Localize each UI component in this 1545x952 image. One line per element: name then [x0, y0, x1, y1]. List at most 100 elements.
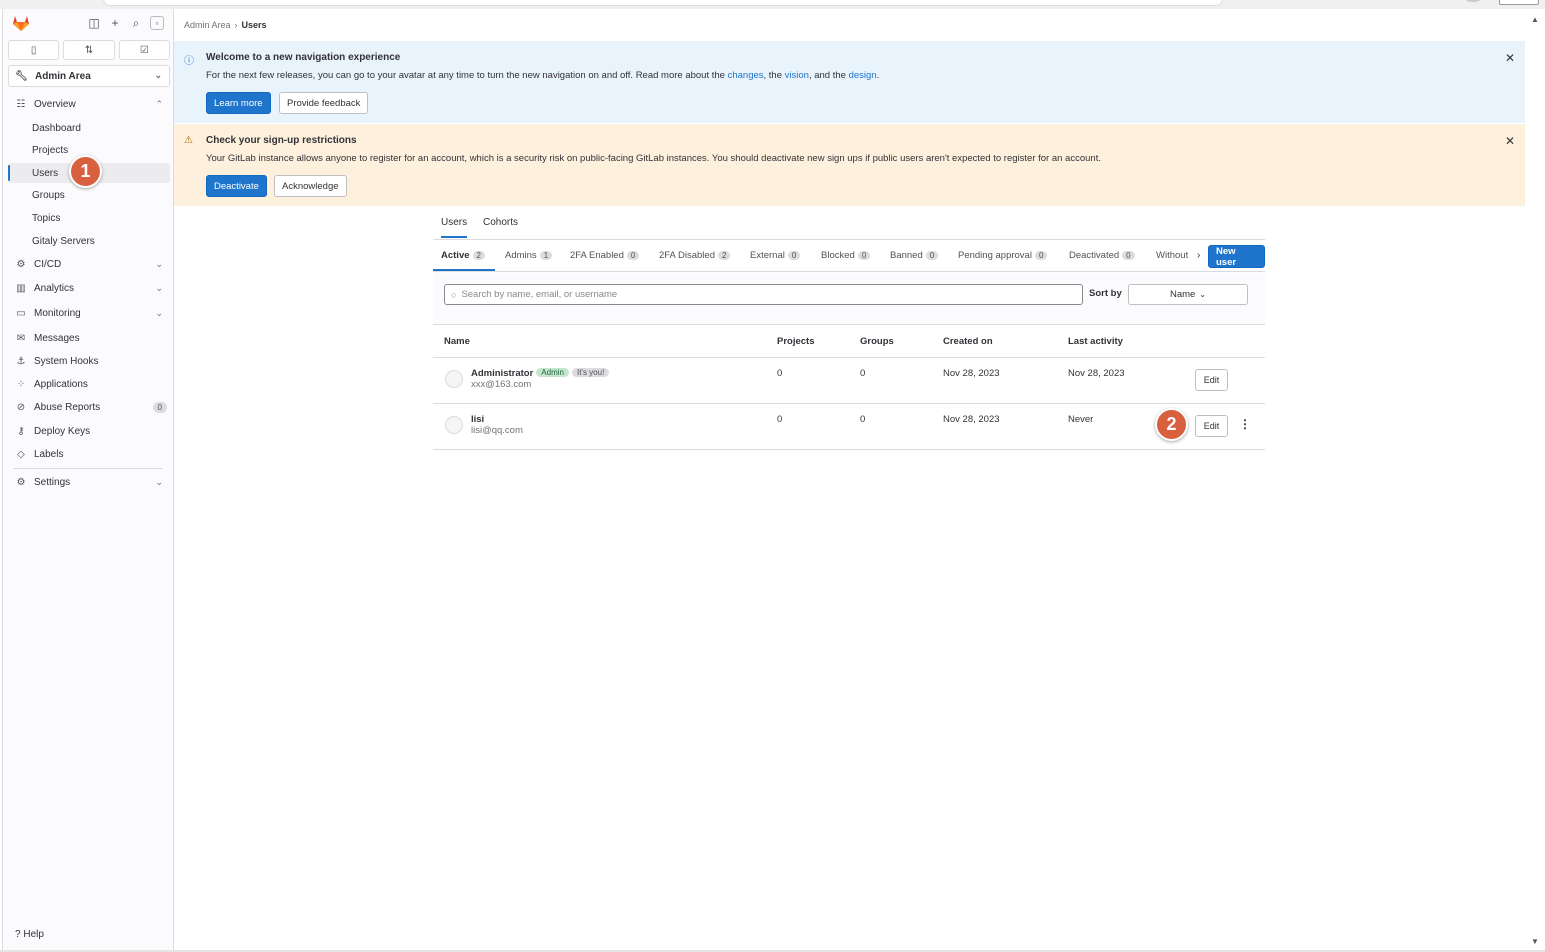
alert-text: , the: [763, 70, 785, 81]
wrench-icon: 🔧︎: [15, 70, 28, 82]
sidebar-item-abuse-reports[interactable]: ⊘ Abuse Reports 0: [3, 396, 173, 418]
user-name-text[interactable]: Administrator: [471, 368, 533, 379]
sidebar-item-settings[interactable]: ⚙ Settings ⌄: [3, 471, 173, 493]
learn-more-button[interactable]: Learn more: [206, 92, 271, 114]
tab-count: 2: [717, 251, 731, 260]
groups-count: 0: [860, 414, 866, 425]
breadcrumb: Admin Area › Users: [184, 20, 267, 30]
sidebar-item-groups[interactable]: Groups: [3, 185, 173, 205]
created-on: Nov 28, 2023: [943, 368, 1000, 379]
monitor-icon: ▭: [16, 307, 26, 319]
chevron-up-icon: ⌃: [155, 98, 163, 109]
browser-top-strip: [0, 0, 1545, 9]
sidebar-item-label: CI/CD: [34, 258, 62, 270]
issues-button[interactable]: ▯: [8, 40, 60, 60]
sidebar-item-label: Analytics: [34, 282, 75, 294]
page-scrollbar[interactable]: ▲ ▼: [1527, 9, 1545, 950]
provide-feedback-button[interactable]: Provide feedback: [279, 92, 369, 114]
design-link[interactable]: design: [849, 70, 877, 81]
tab-cohorts[interactable]: Cohorts: [483, 217, 518, 228]
todos-button[interactable]: ☑: [118, 40, 170, 60]
browser-address-bar[interactable]: [103, 0, 1223, 6]
sidebar-item-applications[interactable]: ⁘ Applications: [3, 373, 173, 395]
sidebar-item-system-hooks[interactable]: ⚓︎ System Hooks: [3, 350, 173, 372]
column-header-name: Name: [444, 336, 470, 347]
abuse-icon: ⊘: [16, 401, 26, 413]
tab-label: Banned: [890, 250, 923, 261]
tab-2fa-enabled[interactable]: 2FA Enabled 0: [570, 250, 640, 261]
user-name[interactable]: Administrator Admin It's you!: [471, 368, 610, 379]
tab-external[interactable]: External 0: [750, 250, 801, 261]
tab-banned[interactable]: Banned 0: [890, 250, 939, 261]
tab-count: 2: [472, 251, 485, 260]
avatar-icon[interactable]: ▫: [150, 16, 164, 30]
sidebar-item-labels[interactable]: ◇ Labels: [3, 443, 173, 465]
sidebar-toggle-icon[interactable]: ◫: [87, 16, 101, 30]
overview-icon: ☷: [16, 98, 26, 110]
search-icon[interactable]: ⌕: [129, 16, 143, 30]
sidebar-item-label: Projects: [32, 144, 69, 156]
sidebar-item-messages[interactable]: ✉︎ Messages: [3, 327, 173, 349]
sidebar-item-cicd[interactable]: ⚙︎ CI/CD ⌄: [3, 253, 173, 275]
user-email: lisi@qq.com: [471, 425, 523, 436]
chevron-down-icon: ⌄: [1199, 290, 1207, 299]
tab-deactivated[interactable]: Deactivated 0: [1069, 250, 1135, 261]
sidebar-item-analytics[interactable]: ▥ Analytics ⌄: [3, 277, 173, 299]
tab-blocked[interactable]: Blocked 0: [821, 250, 871, 261]
sidebar-item-topics[interactable]: Topics: [3, 208, 173, 228]
new-user-button[interactable]: New user: [1208, 245, 1265, 268]
context-switcher[interactable]: 🔧︎ Admin Area ⌄: [8, 65, 170, 87]
search-placeholder: Search by name, email, or username: [461, 289, 618, 300]
vision-link[interactable]: vision: [785, 70, 809, 81]
chevron-down-icon: ⌄: [155, 282, 163, 293]
avatar[interactable]: [445, 370, 463, 388]
chevron-down-icon: ⌄: [154, 70, 162, 80]
tab-users[interactable]: Users: [441, 217, 468, 238]
sidebar-item-gitaly-servers[interactable]: Gitaly Servers: [3, 231, 173, 251]
edit-button[interactable]: Edit: [1195, 415, 1228, 437]
sort-label: Sort by: [1089, 288, 1122, 299]
deactivate-button[interactable]: Deactivate: [206, 175, 267, 197]
tab-pending-approval[interactable]: Pending approval 0: [958, 250, 1048, 261]
tab-without-projects[interactable]: Without: [1156, 250, 1188, 261]
help-button[interactable]: ? Help: [15, 929, 44, 940]
breadcrumb-admin-area[interactable]: Admin Area: [184, 20, 231, 30]
tab-2fa-disabled[interactable]: 2FA Disabled 2: [659, 250, 731, 261]
sidebar-item-label: Abuse Reports: [34, 401, 101, 413]
sidebar-item-overview[interactable]: ☷ Overview ⌃: [3, 93, 173, 115]
alert-body: Your GitLab instance allows anyone to re…: [206, 153, 1101, 164]
sidebar-item-deploy-keys[interactable]: ⚷ Deploy Keys: [3, 420, 173, 442]
key-icon: ⚷: [17, 425, 25, 437]
users-table-header: Name Projects Groups Created on Last act…: [433, 326, 1265, 358]
close-icon[interactable]: ✕: [1505, 134, 1515, 148]
acknowledge-button[interactable]: Acknowledge: [274, 175, 347, 197]
sidebar-item-label: Topics: [32, 212, 61, 224]
more-actions-icon[interactable]: ⋮: [1239, 417, 1251, 431]
merge-requests-button[interactable]: ⇅: [63, 40, 115, 60]
browser-menu-button[interactable]: [1499, 0, 1539, 5]
tab-label: Without: [1156, 250, 1189, 261]
scroll-down-icon[interactable]: ▼: [1531, 937, 1539, 946]
rocket-icon: ⚙︎: [16, 258, 26, 270]
sidebar-item-label: Deploy Keys: [34, 425, 91, 437]
user-name[interactable]: lisi: [471, 414, 484, 425]
tab-count: 0: [1122, 251, 1135, 260]
chevron-down-icon: ⌄: [155, 307, 163, 318]
edit-button[interactable]: Edit: [1195, 369, 1228, 391]
gitlab-logo-icon[interactable]: [11, 14, 31, 32]
alert-text: , and the: [808, 70, 849, 81]
search-input[interactable]: ○ Search by name, email, or username: [444, 284, 1083, 305]
sidebar-item-monitoring[interactable]: ▭ Monitoring ⌄: [3, 302, 173, 324]
avatar[interactable]: [445, 416, 463, 434]
plus-icon[interactable]: +: [108, 16, 122, 30]
scroll-up-icon[interactable]: ▲: [1531, 15, 1539, 24]
tab-admins[interactable]: Admins 1: [505, 250, 553, 261]
chevron-right-icon[interactable]: ›: [1197, 250, 1200, 261]
tab-active[interactable]: Active 2: [441, 250, 485, 261]
megaphone-icon: ✉︎: [16, 332, 26, 344]
browser-profile-icon[interactable]: [1463, 0, 1483, 2]
sidebar-item-dashboard[interactable]: Dashboard: [3, 118, 173, 138]
close-icon[interactable]: ✕: [1505, 51, 1515, 65]
changes-link[interactable]: changes: [728, 70, 764, 81]
sort-dropdown[interactable]: Name ⌄: [1128, 284, 1248, 305]
